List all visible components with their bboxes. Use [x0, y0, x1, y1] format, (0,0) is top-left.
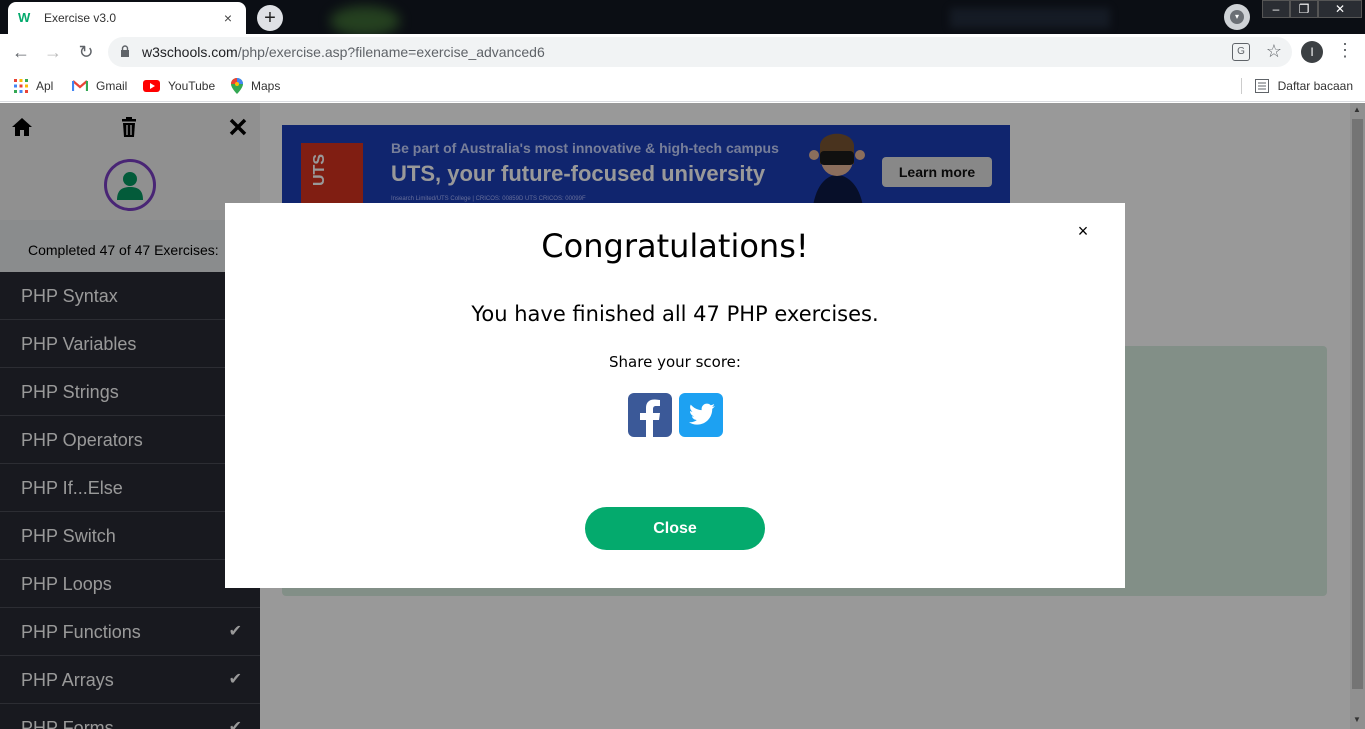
youtube-icon [143, 80, 160, 92]
twitter-icon [689, 403, 715, 425]
restore-button[interactable]: ❐ [1290, 0, 1318, 18]
url-text: w3schools.com/php/exercise.asp?filename=… [142, 44, 545, 60]
facebook-icon [640, 399, 660, 437]
back-icon[interactable]: ← [9, 40, 33, 64]
modal-message: You have finished all 47 PHP exercises. [471, 302, 879, 326]
close-button[interactable]: Close [585, 507, 765, 550]
chevron-down-icon: ▾ [1230, 10, 1244, 24]
minimize-button[interactable]: – [1262, 0, 1290, 18]
window-close-button[interactable]: ✕ [1318, 0, 1362, 18]
new-tab-button[interactable]: + [257, 5, 283, 31]
bookmark-youtube[interactable]: YouTube [143, 76, 215, 96]
browser-titlebar: W Exercise v3.0 × + ▾ – ❐ ✕ [0, 0, 1365, 34]
tab-search-button[interactable]: ▾ [1224, 4, 1250, 30]
maps-icon [231, 78, 243, 94]
facebook-share-button[interactable] [628, 393, 672, 437]
bookmark-label: Gmail [96, 79, 128, 93]
bookmark-apl[interactable]: Apl [14, 76, 53, 96]
tab-title: Exercise v3.0 [44, 11, 117, 25]
reload-icon[interactable]: ↻ [74, 40, 98, 64]
tab-close-icon[interactable]: × [220, 10, 236, 26]
bookmark-label: Apl [36, 79, 54, 93]
twitter-share-button[interactable] [679, 393, 723, 437]
reading-list-icon [1254, 79, 1269, 93]
bookmarks-bar: Apl Gmail YouTube Maps Daftar bacaan [0, 70, 1365, 102]
url-path: /php/exercise.asp?filename=exercise_adva… [237, 44, 545, 60]
browser-tab[interactable]: W Exercise v3.0 × [8, 2, 246, 34]
background-glow [950, 8, 1110, 28]
translate-icon[interactable]: G [1232, 43, 1250, 61]
gmail-icon [72, 80, 88, 91]
page-content: Completed 47 of 47 Exercises: PHP Syntax… [0, 103, 1365, 729]
bookmark-label: YouTube [168, 79, 216, 93]
social-share-buttons [628, 393, 723, 437]
bookmark-maps[interactable]: Maps [231, 76, 280, 96]
share-label: Share your score: [609, 353, 741, 371]
apps-grid-icon [14, 79, 28, 93]
reading-list-button[interactable]: Daftar bacaan [1240, 76, 1353, 96]
separator [1240, 78, 1242, 94]
w3schools-favicon-icon: W [18, 10, 31, 25]
menu-kebab-icon[interactable]: ⋮ [1336, 40, 1354, 61]
background-glow [330, 6, 400, 34]
congratulations-modal: × Congratulations! You have finished all… [225, 203, 1125, 588]
forward-icon[interactable]: → [41, 40, 65, 64]
modal-title: Congratulations! [541, 227, 809, 265]
address-bar[interactable]: w3schools.com/php/exercise.asp?filename=… [108, 37, 1292, 67]
reading-list-label: Daftar bacaan [1277, 79, 1353, 93]
bookmark-star-icon[interactable]: ☆ [1266, 41, 1282, 62]
browser-toolbar: ← → ↻ w3schools.com/php/exercise.asp?fil… [0, 34, 1365, 70]
bookmark-label: Maps [251, 79, 281, 93]
url-host: w3schools.com [142, 44, 238, 60]
lock-icon [121, 45, 129, 57]
profile-avatar[interactable]: I [1301, 41, 1323, 63]
bookmark-gmail[interactable]: Gmail [72, 76, 127, 96]
